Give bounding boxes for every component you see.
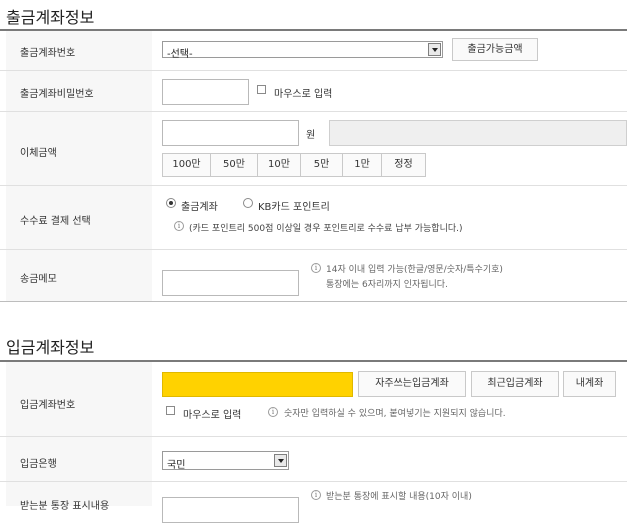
balance-button[interactable]: 출금가능금액	[452, 38, 538, 61]
deposit-mouse-input-label: 마우스로 입력	[183, 410, 242, 421]
fee-radio-point[interactable]	[243, 198, 253, 208]
mouse-input-label: 마우스로 입력	[274, 89, 333, 100]
fee-radio-account[interactable]	[166, 198, 176, 208]
amount-korean-display	[329, 120, 627, 146]
bank-select[interactable]: 국민	[162, 451, 289, 471]
row-divider	[0, 436, 627, 437]
display-text-input[interactable]	[162, 497, 299, 523]
memo-input[interactable]	[162, 270, 299, 296]
fee-note: (카드 포인트리 500점 이상일 경우 포인트리로 수수료 납부 가능합니다.…	[189, 224, 463, 234]
amount-10man-button[interactable]: 10만	[257, 153, 301, 177]
deposit-mouse-input-checkbox[interactable]	[166, 406, 175, 415]
amount-correct-button[interactable]: 정정	[381, 153, 426, 177]
fee-option-account-label: 출금계좌	[181, 202, 218, 213]
amount-input[interactable]	[162, 120, 299, 146]
display-text-label: 받는분 통장 표시내용	[20, 501, 110, 512]
row-divider	[0, 70, 627, 71]
withdraw-password-input[interactable]	[162, 79, 249, 105]
won-unit: 원	[306, 130, 316, 141]
recent-account-button[interactable]: 최근입금계좌	[471, 371, 559, 397]
info-icon: i	[311, 490, 321, 500]
memo-label: 송금메모	[20, 274, 57, 285]
info-icon: i	[311, 263, 321, 273]
row-divider	[0, 249, 627, 250]
memo-note-line2: 통장에는 6자리까지 인자됩니다.	[326, 280, 448, 290]
withdraw-section-title: 출금계좌정보	[6, 8, 95, 27]
fee-label: 수수료 결제 선택	[20, 216, 91, 227]
deposit-section-title: 입금계좌정보	[6, 338, 95, 357]
deposit-account-label: 입금계좌번호	[20, 400, 76, 411]
amount-100man-button[interactable]: 100만	[162, 153, 211, 177]
amount-label: 이체금액	[20, 148, 57, 159]
info-icon: i	[174, 221, 184, 231]
info-icon: i	[268, 407, 278, 417]
memo-note-line1: 14자 이내 입력 가능(한글/영문/숫자/특수기호)	[326, 265, 503, 275]
amount-1man-button[interactable]: 1만	[342, 153, 382, 177]
deposit-account-input[interactable]	[162, 372, 353, 397]
bank-select-value: 국민	[167, 460, 186, 471]
display-note: 받는분 통장에 표시할 내용(10자 이내)	[326, 492, 472, 502]
amount-5man-button[interactable]: 5만	[300, 153, 343, 177]
bank-label: 입금은행	[20, 459, 57, 470]
row-divider	[0, 185, 627, 186]
amount-50man-button[interactable]: 50만	[210, 153, 258, 177]
withdraw-account-select[interactable]: -선택-	[162, 41, 443, 60]
my-account-button[interactable]: 내계좌	[563, 371, 616, 397]
digits-note: 숫자만 입력하실 수 있으며, 붙여넣기는 지원되지 않습니다.	[284, 409, 506, 419]
chevron-down-icon	[274, 454, 287, 467]
row-divider	[0, 481, 627, 482]
withdraw-account-select-value: -선택-	[167, 49, 193, 60]
withdraw-password-label: 출금계좌비밀번호	[20, 89, 94, 100]
favorite-account-button[interactable]: 자주쓰는입금계좌	[358, 371, 466, 397]
fee-option-point-label: KB카드 포인트리	[258, 202, 330, 213]
row-divider	[0, 111, 627, 112]
withdraw-account-label: 출금계좌번호	[20, 48, 76, 59]
section-bottom-divider	[0, 301, 627, 302]
chevron-down-icon	[428, 43, 441, 56]
mouse-input-checkbox[interactable]	[257, 85, 266, 94]
